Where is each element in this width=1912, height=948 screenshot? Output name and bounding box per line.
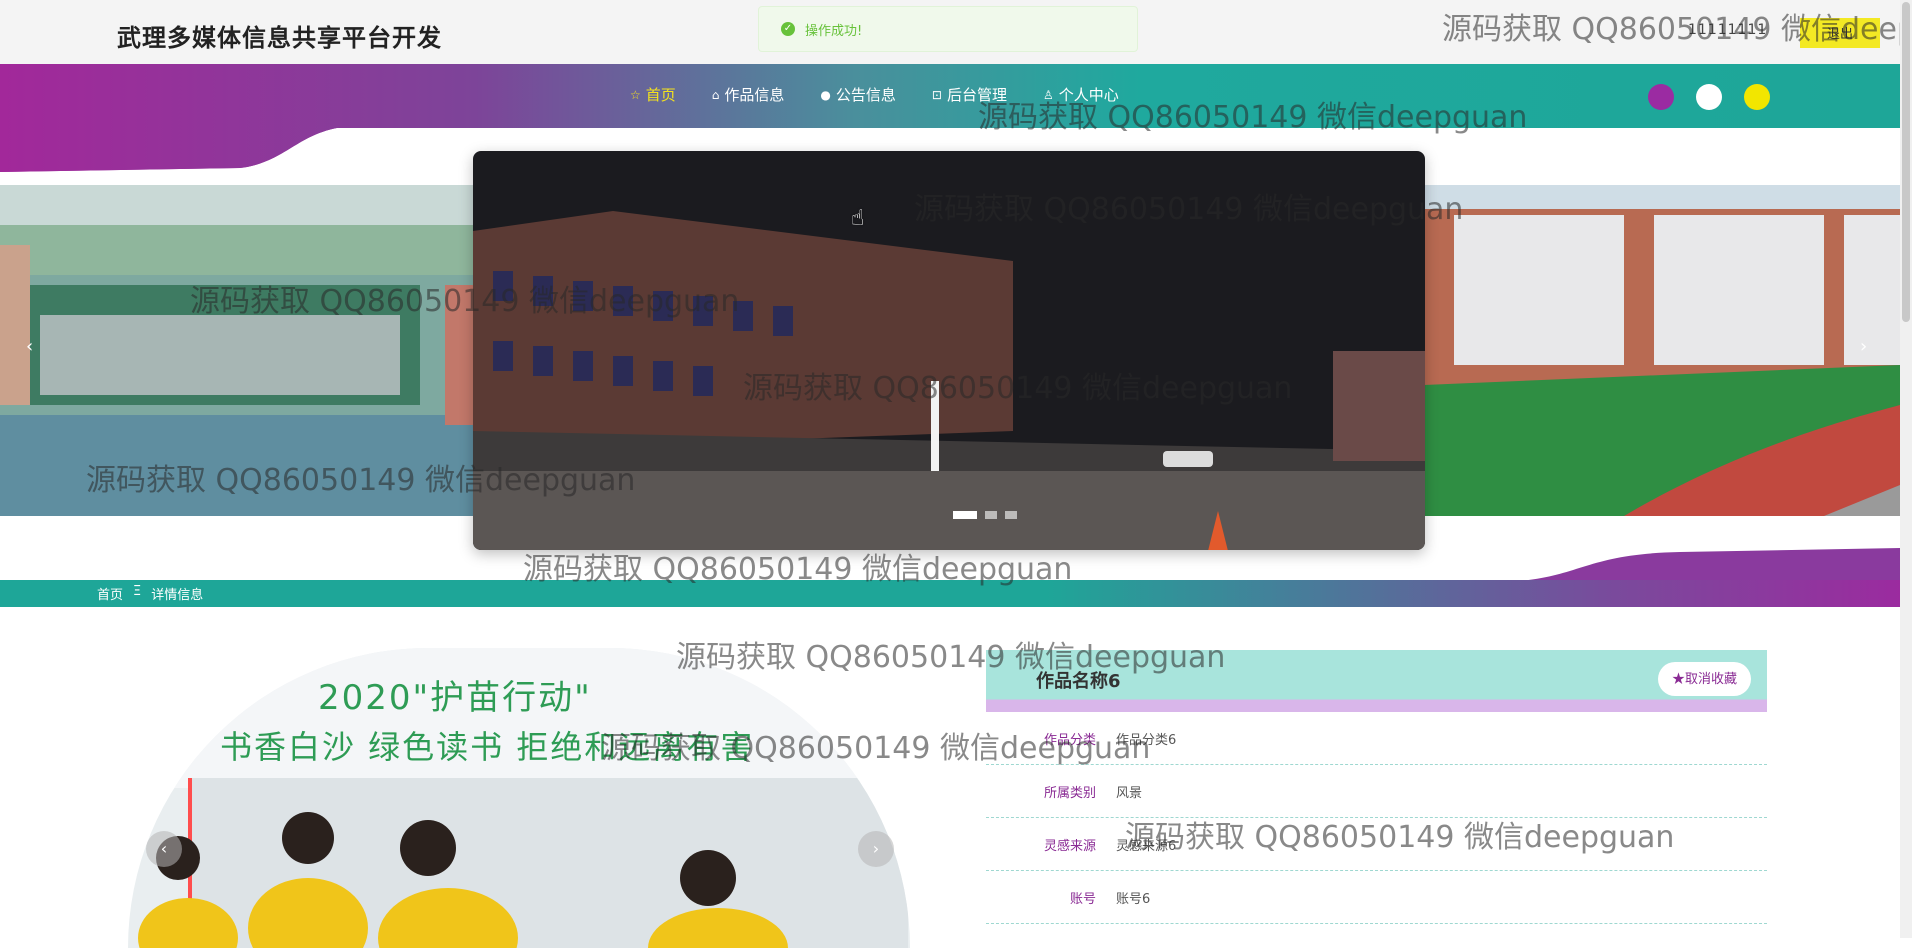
field-label: 作品分类 xyxy=(1043,732,1096,748)
info-row-account: 账号 账号6 xyxy=(986,871,1767,924)
theme-purple-dot[interactable] xyxy=(1648,84,1674,110)
carousel-indicator-3[interactable] xyxy=(1005,511,1017,519)
breadcrumb-wave-decoration xyxy=(1500,548,1900,582)
main-nav: ☆ 首页 ⌂ 作品信息 ● 公告信息 ⊡ 后台管理 ♙ 个人中心 xyxy=(630,84,1155,105)
nav-notice-label: 公告信息 xyxy=(835,86,896,104)
breadcrumb-current: 详情信息 xyxy=(151,588,204,603)
unfavorite-button[interactable]: ★取消收藏 xyxy=(1657,662,1751,696)
site-title: 武理多媒体信息共享平台开发 xyxy=(117,24,442,52)
theme-yellow-dot[interactable] xyxy=(1744,84,1770,110)
carousel-indicator-2[interactable] xyxy=(985,511,997,519)
carousel-prev-button[interactable]: ‹ xyxy=(26,336,33,357)
scrollbar-thumb[interactable] xyxy=(1902,2,1910,322)
carousel-slide-active[interactable] xyxy=(473,151,1425,550)
nav-works[interactable]: ⌂ 作品信息 xyxy=(712,84,785,105)
field-value: 灵感来源6 xyxy=(1116,838,1177,854)
carousel-next-button[interactable]: › xyxy=(1860,336,1867,357)
work-title: 作品名称6 xyxy=(1036,671,1121,692)
field-label: 账号 xyxy=(1069,891,1096,907)
field-value: 作品分类6 xyxy=(1116,732,1177,748)
breadcrumb-home[interactable]: 首页 xyxy=(97,584,123,603)
field-value: 风景 xyxy=(1116,785,1143,801)
user-icon: ♙ xyxy=(1043,87,1054,102)
carousel-slide-right[interactable] xyxy=(1424,185,1900,516)
success-toast: ✓ 操作成功! xyxy=(758,6,1138,52)
campus-aerial-image xyxy=(0,185,474,516)
carousel-slide-left[interactable] xyxy=(0,185,474,516)
logout-button[interactable]: 退出 xyxy=(1800,18,1880,48)
breadcrumb-separator: Ξ xyxy=(133,584,142,599)
nav-home[interactable]: ☆ 首页 xyxy=(630,84,676,105)
work-image-carousel[interactable] xyxy=(128,648,910,948)
star-icon: ★ xyxy=(1671,671,1685,686)
nav-profile-label: 个人中心 xyxy=(1058,86,1119,104)
nav-home-label: 首页 xyxy=(645,86,676,104)
nav-works-label: 作品信息 xyxy=(724,86,785,104)
info-row-inspiration: 灵感来源 灵感来源6 xyxy=(986,818,1767,871)
breadcrumb-band xyxy=(0,580,1900,607)
field-value: 账号6 xyxy=(1116,891,1151,907)
nav-notice[interactable]: ● 公告信息 xyxy=(820,84,896,105)
box-icon: ⊡ xyxy=(931,87,942,102)
username: 11111111 xyxy=(1688,22,1768,38)
mouse-pointer-icon: ☝ xyxy=(851,206,865,231)
work-info-panel: 作品名称6 ★取消收藏 作品分类 作品分类6 所属类别 风景 灵感来源 灵感来源… xyxy=(986,650,1767,924)
students-writing-image xyxy=(128,648,910,948)
nav-admin-label: 后台管理 xyxy=(946,86,1007,104)
bag-icon: ⌂ xyxy=(711,87,720,102)
detail-prev-button[interactable]: ‹ xyxy=(146,831,182,867)
school-building-image xyxy=(1424,185,1900,516)
toast-message: 操作成功! xyxy=(805,23,863,39)
info-row-type: 所属类别 风景 xyxy=(986,765,1767,818)
campus-night-image xyxy=(473,151,1425,550)
check-circle-icon: ✓ xyxy=(781,22,795,36)
star-icon: ☆ xyxy=(630,87,641,102)
unfavorite-label: 取消收藏 xyxy=(1684,671,1737,686)
theme-white-dot[interactable] xyxy=(1696,84,1722,110)
carousel-indicator-1[interactable] xyxy=(953,511,977,519)
info-icon: ● xyxy=(820,87,831,102)
nav-profile[interactable]: ♙ 个人中心 xyxy=(1043,84,1119,105)
field-label: 灵感来源 xyxy=(1043,838,1096,854)
nav-admin[interactable]: ⊡ 后台管理 xyxy=(932,84,1007,105)
breadcrumb: 首页 Ξ 详情信息 xyxy=(97,584,203,603)
info-row-category: 作品分类 作品分类6 xyxy=(986,712,1767,765)
info-header: 作品名称6 ★取消收藏 xyxy=(986,650,1767,712)
field-label: 所属类别 xyxy=(1043,785,1096,801)
detail-next-button[interactable]: › xyxy=(858,831,894,867)
